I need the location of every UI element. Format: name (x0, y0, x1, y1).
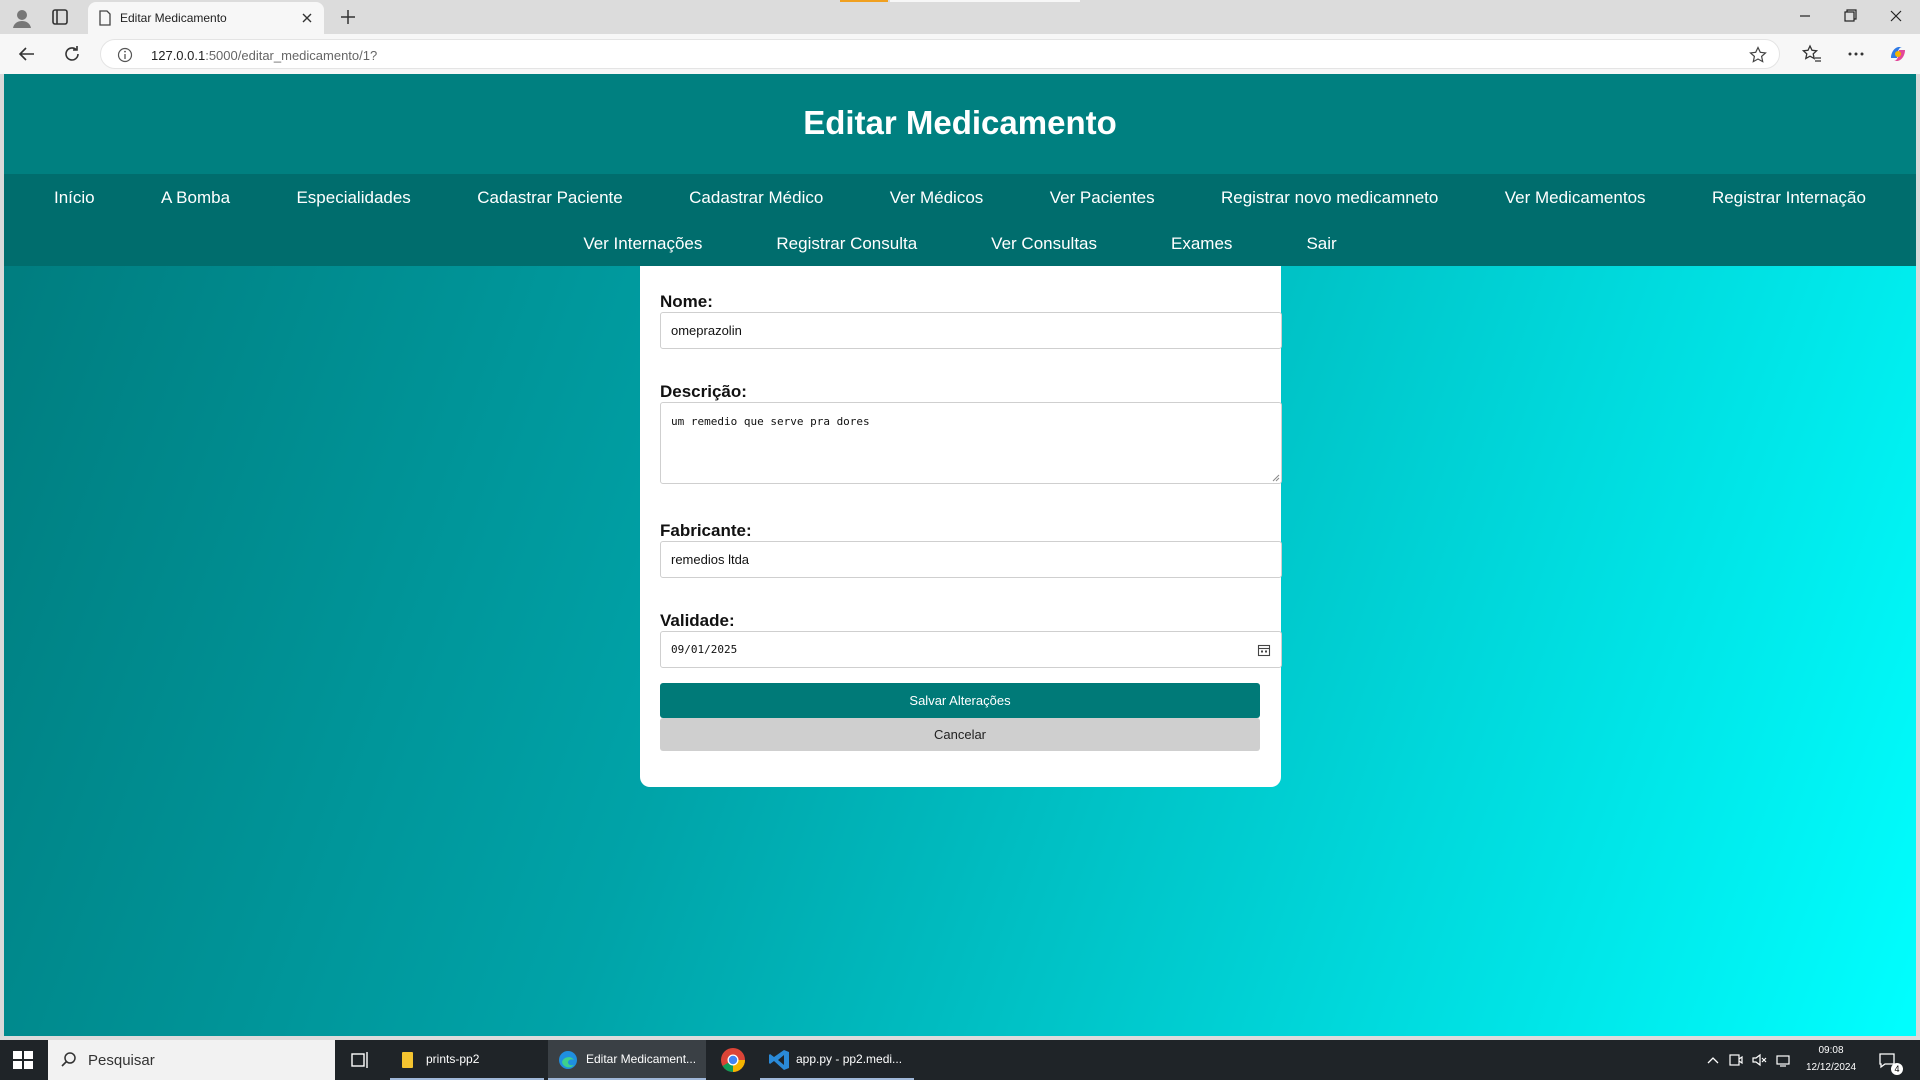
search-placeholder: Pesquisar (88, 1052, 155, 1069)
favorites-icon[interactable] (1802, 44, 1822, 64)
menu-item-ver-medicos[interactable]: Ver Médicos (890, 188, 984, 208)
menu-item-especialidades[interactable]: Especialidades (296, 188, 410, 208)
descricao-textarea[interactable]: um remedio que serve pra dores (660, 402, 1282, 484)
url-text: 127.0.0.1:5000/editar_medicamento/1? (151, 48, 377, 63)
notification-count-badge: 4 (1891, 1063, 1903, 1075)
network-icon[interactable] (1776, 1052, 1792, 1068)
menu-item-registrar-medicamento[interactable]: Registrar novo medicamneto (1221, 188, 1438, 208)
tab-actions-icon[interactable] (50, 7, 70, 27)
page-header: Editar Medicamento (4, 74, 1916, 174)
taskbar-item-label: prints-pp2 (426, 1052, 480, 1066)
menu-item-exames[interactable]: Exames (1171, 234, 1232, 254)
descricao-label: Descrição: (660, 382, 747, 401)
new-tab-icon[interactable] (337, 6, 359, 28)
fabricante-label: Fabricante: (660, 521, 752, 540)
address-bar-row: 127.0.0.1:5000/editar_medicamento/1? (0, 34, 1920, 74)
volume-muted-icon[interactable] (1751, 1052, 1767, 1068)
tab-indicator (890, 0, 1080, 2)
menu-item-ver-medicamentos[interactable]: Ver Medicamentos (1505, 188, 1646, 208)
clock-time[interactable]: 09:08 (1798, 1045, 1864, 1056)
more-options-icon[interactable] (1846, 44, 1866, 64)
copilot-icon[interactable] (1888, 44, 1908, 64)
restore-icon[interactable] (1838, 6, 1862, 26)
show-hidden-icons-icon[interactable] (1706, 1054, 1720, 1066)
tab-indicator (840, 0, 888, 2)
taskbar: Pesquisar prints-pp2 Editar Medicament..… (0, 1040, 1920, 1080)
tab-title: Editar Medicamento (120, 11, 227, 25)
site-info-icon[interactable] (117, 47, 133, 63)
validade-date-input[interactable]: 09/01/2025 (660, 631, 1282, 668)
url-host: 127.0.0.1 (151, 48, 206, 63)
menu-item-inicio[interactable]: Início (54, 188, 95, 208)
meet-icon[interactable] (1728, 1052, 1744, 1068)
taskbar-item-label: Editar Medicament... (586, 1052, 697, 1066)
close-tab-icon[interactable] (298, 9, 316, 27)
menu-item-cadastrar-paciente[interactable]: Cadastrar Paciente (477, 188, 623, 208)
profile-icon[interactable] (10, 6, 34, 30)
browser-tab-strip: Editar Medicamento (0, 0, 1920, 34)
taskbar-item-edge[interactable]: Editar Medicament... (548, 1040, 706, 1080)
fabricante-input[interactable]: remedios ltda (660, 541, 1282, 578)
page-viewport: Editar Medicamento Início A Bomba Especi… (4, 74, 1916, 1036)
menu-item-sair[interactable]: Sair (1306, 234, 1336, 254)
taskbar-item-vscode[interactable]: app.py - pp2.medi... (760, 1040, 914, 1080)
nome-input[interactable]: omeprazolin (660, 312, 1282, 349)
close-window-icon[interactable] (1884, 6, 1908, 26)
menu-item-ver-consultas[interactable]: Ver Consultas (991, 234, 1097, 254)
minimize-icon[interactable] (1793, 6, 1817, 26)
save-button[interactable]: Salvar Alterações (660, 683, 1260, 718)
reload-icon[interactable] (62, 44, 82, 64)
folder-icon (402, 1052, 413, 1068)
url-path: :5000/editar_medicamento/1? (205, 48, 378, 63)
menu-item-registrar-internacao[interactable]: Registrar Internação (1712, 188, 1866, 208)
menu-item-cadastrar-medico[interactable]: Cadastrar Médico (689, 188, 823, 208)
menu-row-2: Ver Internações Registrar Consulta Ver C… (4, 234, 1916, 254)
nome-label: Nome: (660, 292, 713, 311)
edit-medication-form: Nome: omeprazolin Descrição: um remedio … (640, 266, 1282, 787)
menu-item-ver-internacoes[interactable]: Ver Internações (583, 234, 702, 254)
task-view-icon[interactable] (348, 1050, 372, 1070)
favorite-star-icon[interactable] (1749, 46, 1767, 64)
taskbar-item-label: app.py - pp2.medi... (796, 1052, 903, 1066)
resize-grip-icon[interactable] (1272, 474, 1280, 482)
chrome-icon[interactable] (720, 1047, 746, 1073)
clock-date[interactable]: 12/12/2024 (1798, 1062, 1864, 1073)
menu-item-registrar-consulta[interactable]: Registrar Consulta (776, 234, 917, 254)
windows-start-icon[interactable] (12, 1050, 34, 1070)
vscode-icon (769, 1050, 789, 1070)
url-bar[interactable]: 127.0.0.1:5000/editar_medicamento/1? (100, 39, 1780, 69)
menu-item-ver-pacientes[interactable]: Ver Pacientes (1050, 188, 1155, 208)
menu-item-a-bomba[interactable]: A Bomba (161, 188, 230, 208)
page-title: Editar Medicamento (803, 104, 1117, 141)
taskbar-search[interactable]: Pesquisar (48, 1040, 335, 1080)
validade-value: 09/01/2025 (671, 643, 738, 656)
main-menu: Início A Bomba Especialidades Cadastrar … (4, 174, 1916, 266)
menu-row-1: Início A Bomba Especialidades Cadastrar … (4, 188, 1916, 208)
cancel-button[interactable]: Cancelar (660, 718, 1260, 751)
browser-tab[interactable]: Editar Medicamento (88, 2, 324, 34)
calendar-icon[interactable] (1257, 643, 1271, 657)
validade-label: Validade: (660, 611, 735, 630)
page-icon (99, 10, 111, 26)
back-icon[interactable] (17, 44, 37, 64)
descricao-text: um remedio que serve pra dores (671, 415, 870, 428)
edge-icon (559, 1051, 577, 1069)
search-icon (61, 1052, 76, 1067)
taskbar-item-explorer[interactable]: prints-pp2 (390, 1040, 544, 1080)
